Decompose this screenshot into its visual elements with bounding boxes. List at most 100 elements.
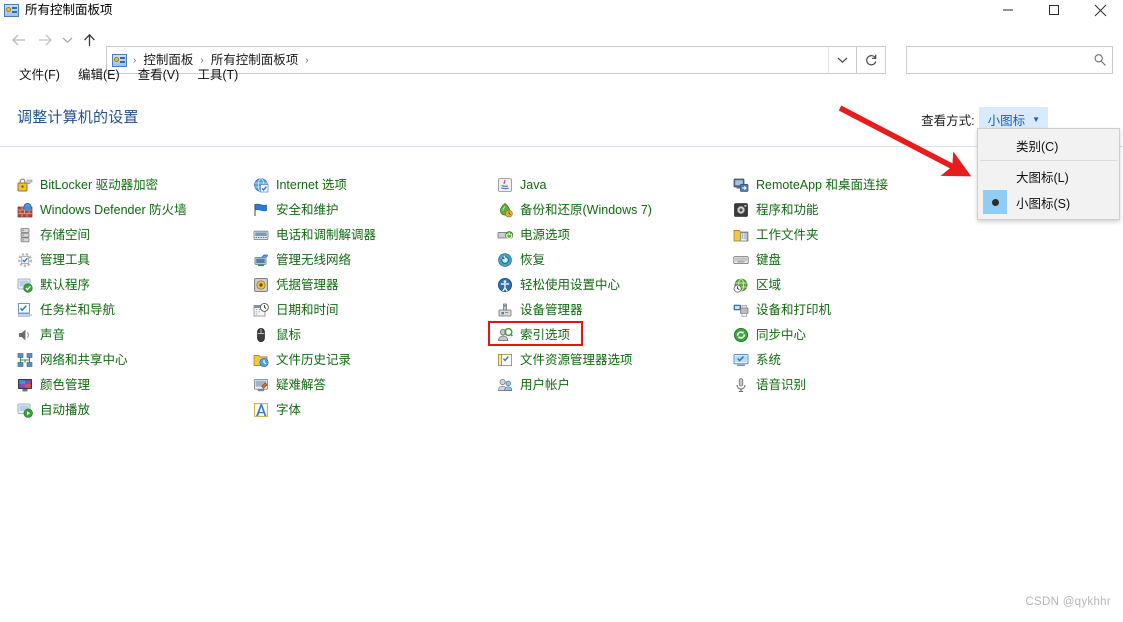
control-panel-item[interactable]: 声音 <box>17 322 253 347</box>
control-panel-item[interactable]: 电话和调制解调器 <box>253 222 489 247</box>
control-panel-item-label: 自动播放 <box>40 402 91 417</box>
control-panel-item[interactable]: 任务栏和导航 <box>17 297 253 322</box>
control-panel-item[interactable]: 颜色管理 <box>17 372 253 397</box>
control-panel-items: BitLocker 驱动器加密 Windows Defender 防火墙存储空间管… <box>0 172 1123 418</box>
control-panel-item[interactable]: 自动播放 <box>17 397 253 422</box>
menu-file[interactable]: 文件(F) <box>10 64 69 86</box>
page-title: 调整计算机的设置 <box>17 109 139 126</box>
java-icon <box>497 177 513 193</box>
control-panel-item[interactable]: 用户帐户 <box>497 372 733 397</box>
menu-tools[interactable]: 工具(T) <box>188 64 247 86</box>
address-dropdown-button[interactable] <box>828 46 857 74</box>
region-icon <box>733 277 749 293</box>
control-panel-item[interactable]: 字体 <box>253 397 489 422</box>
control-panel-item-label: 用户帐户 <box>520 377 571 392</box>
control-panel-item[interactable]: 凭据管理器 <box>253 272 489 297</box>
search-box[interactable] <box>906 46 1113 74</box>
control-panel-item-label: 声音 <box>40 327 66 342</box>
user-accounts-icon <box>497 377 513 393</box>
control-panel-item-label: 工作文件夹 <box>756 227 819 242</box>
internet-options-icon <box>253 177 269 193</box>
control-panel-item[interactable]: 文件资源管理器选项 <box>497 347 733 372</box>
menu-edit[interactable]: 编辑(E) <box>69 64 129 86</box>
control-panel-item[interactable]: Java <box>497 172 733 197</box>
control-panel-item[interactable]: 存储空间 <box>17 222 253 247</box>
control-panel-item[interactable]: 工作文件夹 <box>733 222 969 247</box>
control-panel-item-label: 文件历史记录 <box>276 352 352 367</box>
back-button[interactable] <box>6 28 32 52</box>
control-panel-item[interactable]: 默认程序 <box>17 272 253 297</box>
control-panel-item[interactable]: 程序和功能 <box>733 197 969 222</box>
control-panel-item[interactable]: 设备和打印机 <box>733 297 969 322</box>
control-panel-item-label: 电话和调制解调器 <box>276 227 377 242</box>
control-panel-item[interactable]: 日期和时间 <box>253 297 489 322</box>
control-panel-item[interactable]: 管理无线网络 <box>253 247 489 272</box>
control-panel-item[interactable]: 安全和维护 <box>253 197 489 222</box>
bitlocker-icon <box>17 177 33 193</box>
control-panel-item-label: 存储空间 <box>40 227 91 242</box>
control-panel-item[interactable]: Internet 选项 <box>253 172 489 197</box>
control-panel-item-label: 设备和打印机 <box>756 302 832 317</box>
menu-option-category[interactable]: 类别(C) <box>978 132 1119 158</box>
firewall-icon <box>17 202 33 218</box>
control-panel-item[interactable]: 网络和共享中心 <box>17 347 253 372</box>
search-input[interactable] <box>907 47 1088 73</box>
view-by-value: 小图标 <box>987 114 1026 128</box>
refresh-button[interactable] <box>857 46 886 74</box>
minimize-button[interactable] <box>985 0 1031 20</box>
control-panel-item[interactable]: 轻松使用设置中心 <box>497 272 733 297</box>
control-panel-item-label: 鼠标 <box>276 327 302 342</box>
search-icon[interactable] <box>1088 53 1112 67</box>
control-panel-item[interactable]: 键盘 <box>733 247 969 272</box>
recovery-icon <box>497 252 513 268</box>
menu-option-large-icons[interactable]: 大图标(L) <box>978 163 1119 189</box>
control-panel-item-label: Internet 选项 <box>276 177 347 192</box>
maximize-button[interactable] <box>1031 0 1077 20</box>
items-column-0: BitLocker 驱动器加密 Windows Defender 防火墙存储空间管… <box>17 172 253 422</box>
menu-view[interactable]: 查看(V) <box>129 64 189 86</box>
control-panel-item[interactable]: 疑难解答 <box>253 372 489 397</box>
control-panel-item-label: Java <box>520 177 547 192</box>
fonts-icon <box>253 402 269 418</box>
control-panel-item-label: 日期和时间 <box>276 302 339 317</box>
control-panel-item[interactable]: 备份和还原(Windows 7) <box>497 197 733 222</box>
radio-selected-icon <box>983 190 1007 214</box>
mouse-icon <box>253 327 269 343</box>
up-button[interactable] <box>76 28 102 52</box>
control-panel-item[interactable]: 索引选项 <box>488 321 733 347</box>
control-panel-item[interactable]: Windows Defender 防火墙 <box>17 197 253 222</box>
control-panel-item-label: 电源选项 <box>520 227 571 242</box>
control-panel-item-label: 备份和还原(Windows 7) <box>520 202 652 217</box>
control-panel-item[interactable]: 同步中心 <box>733 322 969 347</box>
control-panel-item-label: RemoteApp 和桌面连接 <box>756 177 888 192</box>
forward-button[interactable] <box>32 28 58 52</box>
default-programs-icon <box>17 277 33 293</box>
breadcrumb-separator: › <box>305 54 309 66</box>
menu-option-small-icons[interactable]: 小图标(S) <box>978 189 1119 215</box>
window-controls <box>985 0 1123 20</box>
color-management-icon <box>17 377 33 393</box>
control-panel-item[interactable]: 系统 <box>733 347 969 372</box>
menu-option-label: 大图标(L) <box>1016 170 1069 185</box>
control-panel-item[interactable]: 恢复 <box>497 247 733 272</box>
control-panel-item[interactable]: 语音识别 <box>733 372 969 397</box>
control-panel-item[interactable]: RemoteApp 和桌面连接 <box>733 172 969 197</box>
recent-locations-button[interactable] <box>58 28 76 52</box>
control-panel-item-label: 索引选项 <box>520 327 571 342</box>
control-panel-item-label: 网络和共享中心 <box>40 352 128 367</box>
control-panel-item[interactable]: 电源选项 <box>497 222 733 247</box>
control-panel-item-label: BitLocker 驱动器加密 <box>40 177 159 192</box>
control-panel-item[interactable]: 区域 <box>733 272 969 297</box>
control-panel-item[interactable]: 设备管理器 <box>497 297 733 322</box>
control-panel-item[interactable]: 文件历史记录 <box>253 347 489 372</box>
control-panel-item[interactable]: 管理工具 <box>17 247 253 272</box>
phone-modem-icon <box>253 227 269 243</box>
control-panel-item[interactable]: 鼠标 <box>253 322 489 347</box>
control-panel-item-label: 程序和功能 <box>756 202 819 217</box>
control-panel-item-label: 键盘 <box>756 252 782 267</box>
system-icon <box>733 352 749 368</box>
control-panel-item-label: 轻松使用设置中心 <box>520 277 621 292</box>
close-button[interactable] <box>1077 0 1123 20</box>
control-panel-item[interactable]: BitLocker 驱动器加密 <box>17 172 253 197</box>
window-title: 所有控制面板项 <box>25 3 113 17</box>
